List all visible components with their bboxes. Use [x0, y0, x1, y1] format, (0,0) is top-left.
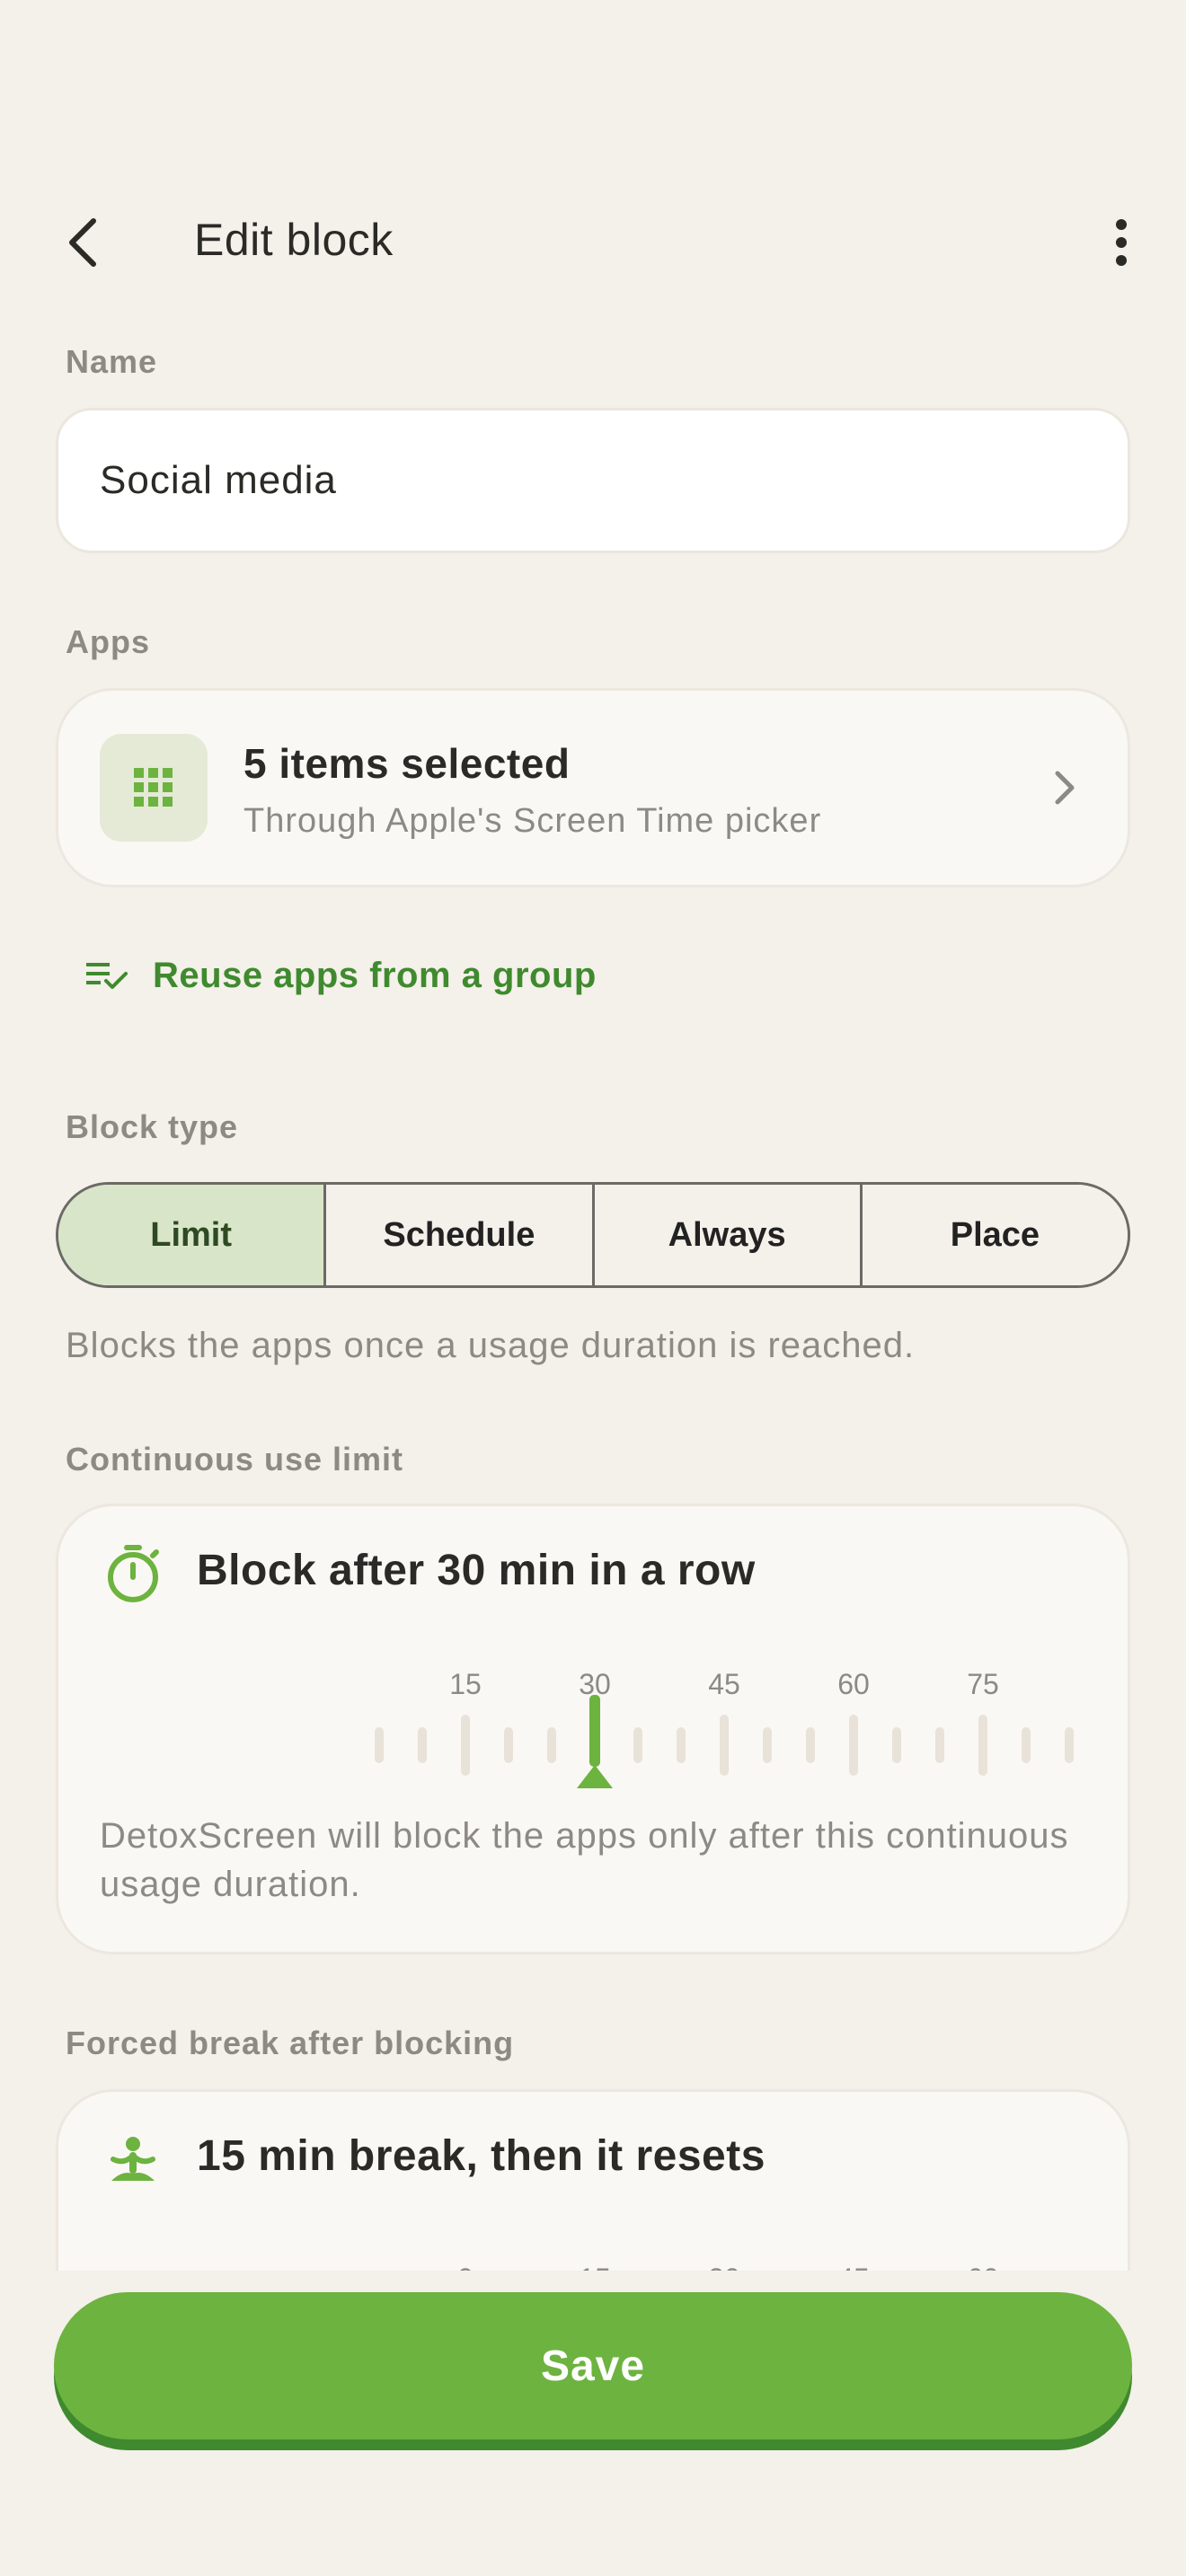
save-button[interactable]: Save [54, 2292, 1132, 2439]
more-options-button[interactable] [1085, 207, 1157, 278]
ruler-selected-indicator[interactable] [589, 1695, 600, 1767]
ruler-label-45: 45 [708, 1668, 740, 1700]
block-type-description: Blocks the apps once a usage duration is… [66, 1326, 916, 1365]
ruler-tick [418, 1727, 427, 1763]
ruler-tick [806, 1727, 815, 1763]
continuous-limit-label: Continuous use limit [66, 1441, 403, 1478]
page-title: Edit block [194, 215, 394, 265]
ruler-tick [633, 1727, 642, 1763]
forced-break-title: 15 min break, then it resets [197, 2132, 766, 2180]
ruler-tick [1065, 1727, 1074, 1763]
back-button[interactable] [47, 207, 119, 278]
continuous-limit-title: Block after 30 min in a row [197, 1547, 756, 1594]
scroll-content[interactable]: Edit block Name Social media Apps 5 item… [0, 0, 1186, 2271]
ruler-tick [1022, 1727, 1031, 1763]
chevron-right-icon [1038, 761, 1092, 815]
block-type-label: Block type [66, 1108, 239, 1145]
apps-picker-source: Through Apple's Screen Time picker [243, 802, 822, 840]
block-type-selector: Limit Schedule Always Place [56, 1182, 1130, 1288]
block-type-place[interactable]: Place [862, 1185, 1128, 1285]
continuous-limit-description: DetoxScreen will block the apps only aft… [100, 1816, 1069, 1904]
ruler-tick-major [461, 1715, 470, 1776]
ruler-tick [504, 1727, 513, 1763]
ruler-label-15: 15 [579, 2263, 611, 2271]
continuous-limit-card: Block after 30 min in a row 15 30 45 60 … [56, 1504, 1130, 1954]
triangle-up-icon [577, 1765, 613, 1788]
apps-grid-icon-box [100, 734, 208, 842]
block-type-schedule[interactable]: Schedule [326, 1185, 595, 1285]
name-input[interactable]: Social media [56, 408, 1130, 553]
ruler-tick [677, 1727, 686, 1763]
ruler-tick [763, 1727, 772, 1763]
ruler-label-30: 30 [708, 2263, 740, 2271]
block-type-always[interactable]: Always [594, 1185, 863, 1285]
ruler-label-0: 0 [457, 2263, 474, 2271]
ruler-label-45: 45 [837, 2263, 870, 2271]
ruler-tick-major [978, 1715, 987, 1776]
break-ruler-slider[interactable]: 0 15 30 45 60 [58, 2263, 1133, 2271]
ruler-tick [935, 1727, 944, 1763]
ruler-label-75: 75 [967, 1668, 999, 1700]
block-type-limit[interactable]: Limit [58, 1185, 327, 1285]
header: Edit block [0, 180, 1186, 305]
ruler-tick [375, 1727, 384, 1763]
edit-block-screen: Edit block Name Social media Apps 5 item… [0, 0, 1186, 2576]
more-vertical-icon [1116, 219, 1127, 266]
forced-break-card: 15 min break, then it resets 0 15 30 45 … [56, 2089, 1130, 2271]
ruler-tick [892, 1727, 901, 1763]
chevron-left-icon [69, 218, 96, 267]
reuse-apps-from-group-link[interactable]: Reuse apps from a group [86, 948, 597, 1002]
ruler-label-60: 60 [967, 2263, 999, 2271]
ruler-tick [547, 1727, 556, 1763]
duration-ruler-slider[interactable]: 15 30 45 60 75 [58, 1668, 1133, 1794]
ruler-tick-major [720, 1715, 729, 1776]
ruler-label-60: 60 [837, 1668, 870, 1700]
forced-break-label: Forced break after blocking [66, 2025, 515, 2061]
apps-label: Apps [66, 623, 150, 660]
name-label: Name [66, 343, 158, 380]
ruler-label-15: 15 [449, 1668, 482, 1700]
playlist-check-icon [86, 963, 128, 989]
apps-selected-count: 5 items selected [243, 740, 571, 787]
meditation-icon [102, 2130, 164, 2192]
apps-picker-card[interactable]: 5 items selected Through Apple's Screen … [56, 688, 1130, 887]
stopwatch-icon [102, 1542, 164, 1605]
ruler-tick-major [849, 1715, 858, 1776]
reuse-apps-label: Reuse apps from a group [153, 955, 597, 995]
apps-grid-icon [134, 768, 173, 807]
